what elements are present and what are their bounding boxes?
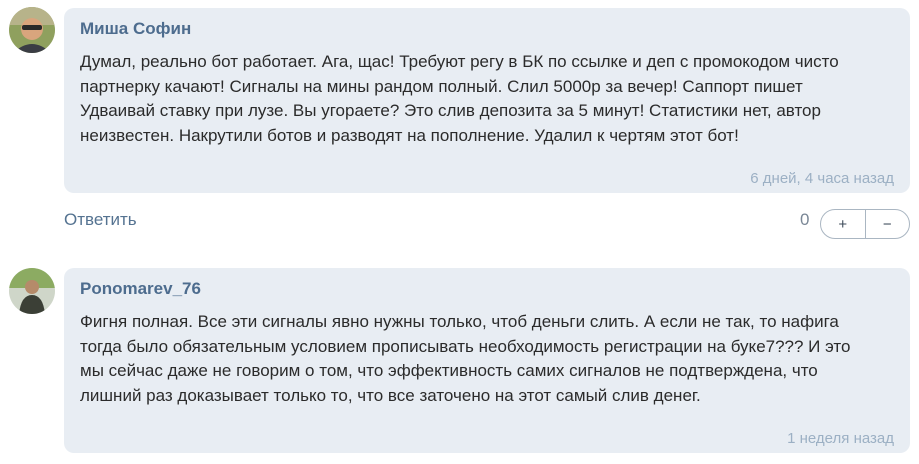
vote-buttons: + − [820,209,910,239]
avatar[interactable] [9,7,55,53]
user-photo-icon [9,268,55,314]
comment-text: Фигня полная. Все эти сигналы явно нужны… [80,312,851,405]
downvote-button[interactable]: − [864,210,910,238]
comment-bubble: Миша Софин Думал, реально бот работает. … [64,8,910,193]
comment-author[interactable]: Ponomarev_76 [80,279,894,299]
vote-score: 0 [800,210,810,229]
comment-bubble: Ponomarev_76 Фигня полная. Все эти сигна… [64,268,910,453]
comment-timestamp[interactable]: 1 неделя назад [787,430,894,447]
comment-text: Думал, реально бот работает. Ага, щас! Т… [80,52,839,145]
avatar[interactable] [9,268,55,314]
comment-author[interactable]: Миша Софин [80,19,894,39]
comment-timestamp[interactable]: 6 дней, 4 часа назад [750,170,894,187]
user-photo-icon [9,7,55,53]
upvote-button[interactable]: + [821,210,865,238]
reply-button[interactable]: Ответить [64,210,137,230]
